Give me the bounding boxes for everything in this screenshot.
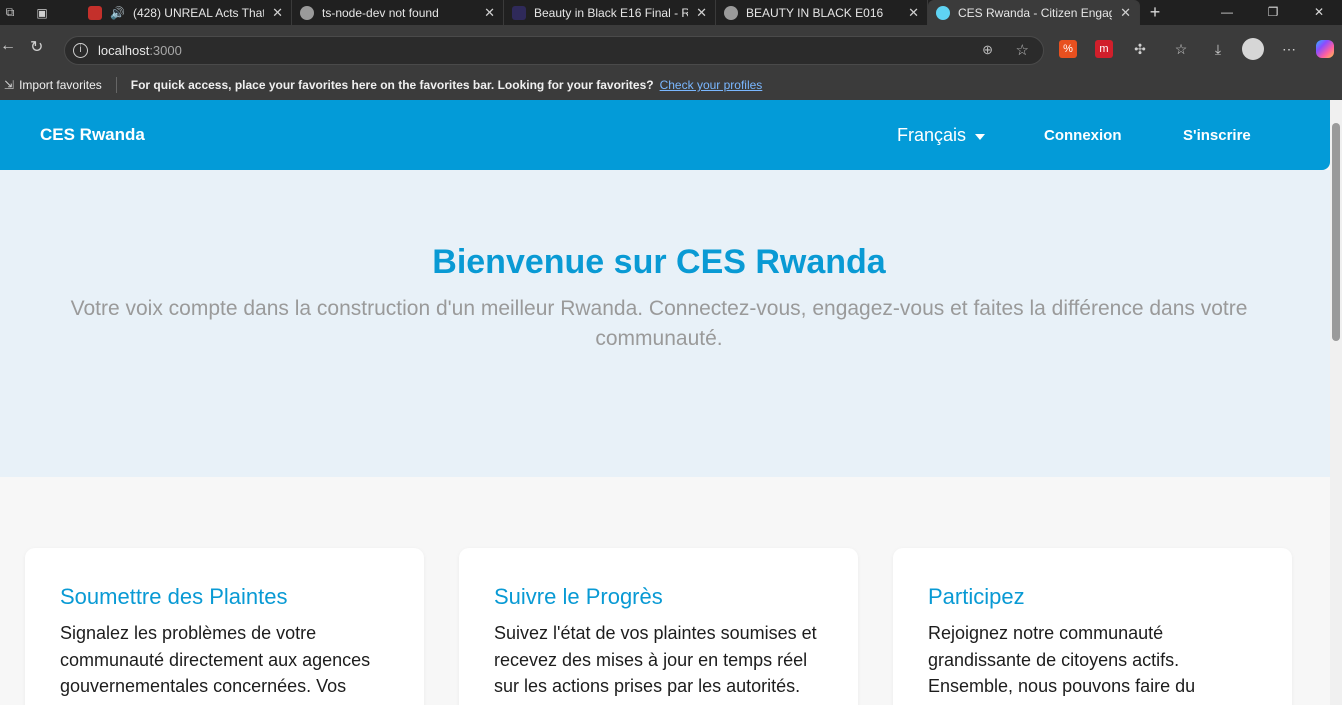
close-window-icon[interactable]: ✕ — [1296, 0, 1342, 25]
address-bar[interactable]: i localhost:3000 ⊕ ☆ — [64, 36, 1044, 65]
favorites-divider — [115, 77, 117, 93]
workspaces-icon[interactable]: ⧉ — [0, 0, 20, 25]
tab-beauty-in-black-final[interactable]: Beauty in Black E16 Final - RC ✕ — [504, 0, 716, 25]
close-tab-icon[interactable]: ✕ — [484, 5, 495, 21]
signup-link[interactable]: S'inscrire — [1183, 127, 1251, 144]
extensions-puzzle-icon[interactable]: ✣ — [1131, 40, 1149, 58]
refresh-icon[interactable]: ↻ — [30, 37, 43, 57]
copilot-icon[interactable] — [1316, 40, 1334, 58]
import-icon: ⇲ — [4, 78, 15, 92]
minimize-icon[interactable]: — — [1204, 0, 1250, 25]
feature-card-progress: Suivre le Progrès Suivez l'état de vos p… — [459, 548, 858, 705]
card-text: Rejoignez notre communauté grandissante … — [928, 623, 1196, 696]
tab-title: BEAUTY IN BLACK E016 — [746, 5, 884, 20]
tab-beauty-in-black-e016[interactable]: BEAUTY IN BLACK E016 ✕ — [716, 0, 928, 25]
tab-actions-icon[interactable]: ▣ — [32, 0, 52, 25]
globe-favicon-icon — [300, 5, 314, 20]
site-favicon-icon — [512, 5, 526, 20]
hero-title: Bienvenue sur CES Rwanda — [432, 243, 886, 281]
tab-title: ts-node-dev not found — [322, 5, 439, 20]
extension-red-icon[interactable]: m — [1095, 40, 1113, 58]
close-tab-icon[interactable]: ✕ — [1120, 5, 1131, 21]
extension-translate-icon[interactable]: % — [1059, 40, 1077, 58]
tab-ts-node-dev[interactable]: ts-node-dev not found ✕ — [292, 0, 504, 25]
globe-favicon-icon — [724, 5, 738, 20]
caret-down-icon — [975, 133, 986, 140]
browser-tab-strip: ⧉ ▣ 🔊 (428) UNREAL Acts That ✕ ts-node-d… — [0, 0, 1342, 25]
card-text: Suivez l'état de vos plaintes soumises e… — [494, 623, 817, 696]
import-favorites-button[interactable]: ⇲ Import favorites — [4, 78, 102, 92]
site-info-icon[interactable]: i — [73, 43, 88, 58]
scrollbar-thumb[interactable] — [1332, 123, 1340, 341]
url-text[interactable]: localhost:3000 — [98, 43, 182, 58]
app-navbar: CES Rwanda Français Connexion S'inscrire — [0, 100, 1330, 170]
favorites-bar-message: For quick access, place your favorites h… — [130, 78, 654, 92]
close-tab-icon[interactable]: ✕ — [272, 5, 283, 21]
more-options-icon[interactable]: ⋯ — [1280, 40, 1298, 58]
profile-avatar-icon[interactable] — [1242, 38, 1264, 60]
speaker-icon[interactable]: 🔊 — [110, 6, 125, 20]
check-profiles-link[interactable]: Check your profiles — [660, 78, 763, 92]
tab-title: CES Rwanda - Citizen Engage — [958, 5, 1113, 20]
restore-icon[interactable]: ❐ — [1250, 0, 1296, 25]
react-favicon-icon — [936, 5, 950, 20]
close-tab-icon[interactable]: ✕ — [696, 5, 707, 21]
window-controls: — ❐ ✕ — [1204, 0, 1342, 25]
card-text: Signalez les problèmes de votre communau… — [60, 623, 371, 696]
favorites-bar: ⇲ Import favorites For quick access, pla… — [0, 70, 1342, 100]
brand-logo[interactable]: CES Rwanda — [40, 125, 145, 145]
favorites-icon[interactable]: ☆ — [1172, 40, 1190, 58]
url-host: localhost — [98, 43, 150, 58]
import-favorites-label: Import favorites — [19, 78, 102, 92]
tab-title: (428) UNREAL Acts That — [132, 5, 265, 20]
zoom-icon[interactable]: ⊕ — [982, 42, 993, 58]
page-viewport: CES Rwanda Français Connexion S'inscrire… — [0, 100, 1342, 705]
tab-youtube[interactable]: 🔊 (428) UNREAL Acts That ✕ — [80, 0, 292, 25]
hero-subtitle: Votre voix compte dans la construction d… — [70, 297, 1248, 350]
card-title: Suivre le Progrès — [494, 584, 663, 609]
login-link[interactable]: Connexion — [1044, 127, 1122, 144]
new-tab-button[interactable]: + — [1140, 2, 1170, 23]
language-label: Français — [897, 125, 967, 145]
downloads-icon[interactable]: ⤓ — [1209, 40, 1227, 58]
back-icon[interactable]: ← — [0, 37, 16, 55]
favorite-star-icon[interactable]: ☆ — [1016, 41, 1029, 59]
language-dropdown[interactable]: Français — [897, 125, 986, 146]
close-tab-icon[interactable]: ✕ — [908, 5, 919, 21]
youtube-favicon-icon — [88, 5, 102, 20]
card-title: Participez — [928, 584, 1025, 609]
card-title: Soumettre des Plaintes — [60, 584, 288, 609]
feature-card-complaints: Soumettre des Plaintes Signalez les prob… — [25, 548, 424, 705]
hero-section: Bienvenue sur CES Rwanda Votre voix comp… — [0, 170, 1330, 477]
url-port: :3000 — [149, 43, 182, 58]
tab-ces-rwanda[interactable]: CES Rwanda - Citizen Engage ✕ — [928, 0, 1140, 25]
feature-card-participate: Participez Rejoignez notre communauté gr… — [893, 548, 1292, 705]
tab-title: Beauty in Black E16 Final - RC — [534, 5, 689, 20]
